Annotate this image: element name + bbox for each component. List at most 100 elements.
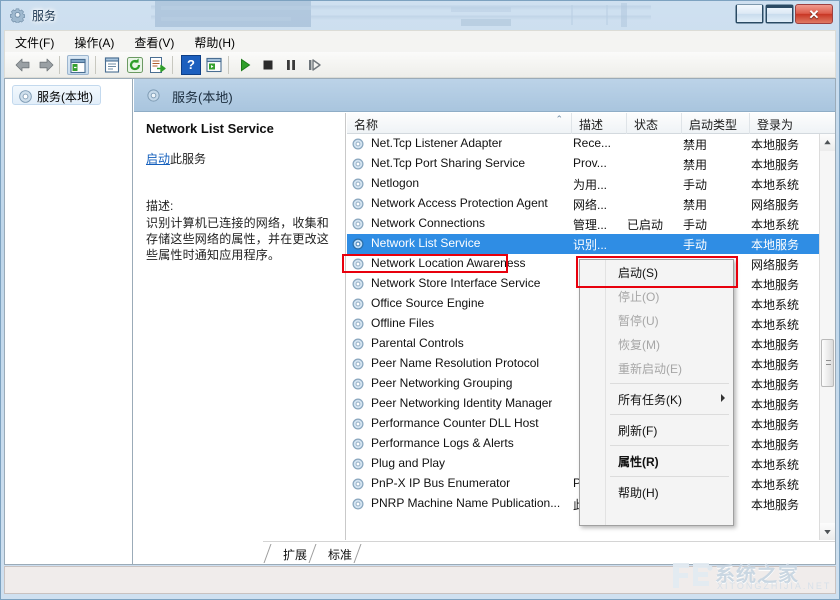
scroll-up-button[interactable] xyxy=(820,134,835,151)
cell-name: Netlogon xyxy=(371,176,419,190)
service-gear-icon xyxy=(351,277,365,291)
show-hide-tree-icon[interactable] xyxy=(67,55,89,75)
description-text: 识别计算机已连接的网络，收集和存储这些网络的属性，并在更改这些属性时通知应用程序… xyxy=(146,215,335,263)
export-list-icon[interactable] xyxy=(148,55,168,75)
cell-log-on-as: 本地系统 xyxy=(751,316,819,333)
context-menu-item-resume: 恢复(M) xyxy=(580,332,733,356)
close-icon: ✕ xyxy=(796,5,832,23)
column-header-startup-type[interactable]: 启动类型 xyxy=(682,113,750,134)
service-gear-icon xyxy=(351,397,365,411)
cell-name: Parental Controls xyxy=(371,336,464,350)
service-gear-icon xyxy=(351,257,365,271)
services-gear-icon xyxy=(146,88,161,103)
context-menu-item-help[interactable]: 帮助(H) xyxy=(580,480,733,504)
minimize-icon xyxy=(736,5,763,23)
cell-status: 已启动 xyxy=(627,216,683,233)
service-gear-icon xyxy=(351,477,365,491)
context-menu-separator xyxy=(610,445,729,446)
start-service-icon[interactable] xyxy=(235,55,255,75)
cell-description: 为用... xyxy=(573,176,625,193)
cell-name: Performance Logs & Alerts xyxy=(371,436,514,450)
context-menu: 启动(S) 停止(O) 暂停(U) 恢复(M) 重新启动(E) 所有任务(K) … xyxy=(579,259,734,526)
cell-log-on-as: 本地服务 xyxy=(751,496,819,513)
cell-description: Rece... xyxy=(573,136,625,150)
stop-service-icon[interactable] xyxy=(258,55,278,75)
cell-startup-type: 手动 xyxy=(683,176,749,193)
show-pane-icon[interactable] xyxy=(204,55,224,75)
back-arrow-icon[interactable] xyxy=(13,55,33,75)
table-row[interactable]: Netlogon为用...手动本地系统 xyxy=(347,174,819,194)
scrollbar-thumb[interactable] xyxy=(821,339,834,387)
pane-header: 服务(本地) xyxy=(134,79,835,112)
close-button[interactable]: ✕ xyxy=(795,4,833,24)
table-row[interactable]: Network Access Protection Agent网络...禁用网络… xyxy=(347,194,819,214)
cell-description: 管理... xyxy=(573,216,625,233)
cell-name: Network Connections xyxy=(371,216,485,230)
service-gear-icon xyxy=(351,217,365,231)
context-menu-item-start[interactable]: 启动(S) xyxy=(580,260,733,284)
cell-log-on-as: 本地系统 xyxy=(751,296,819,313)
cell-startup-type: 禁用 xyxy=(683,156,749,173)
column-header-label: 名称 xyxy=(354,118,378,132)
cell-name: Peer Networking Grouping xyxy=(371,376,512,390)
cell-log-on-as: 网络服务 xyxy=(751,196,819,213)
minimize-button[interactable] xyxy=(735,4,764,24)
table-row[interactable]: Network Connections管理...已启动手动本地系统 xyxy=(347,214,819,234)
pause-service-icon[interactable] xyxy=(281,55,301,75)
view-tabs: 扩展 标准 xyxy=(263,541,835,564)
menu-item-action[interactable]: 操作(A) xyxy=(64,31,124,53)
table-row[interactable]: Network List Service识别...手动本地服务 xyxy=(347,234,819,254)
scroll-down-button[interactable] xyxy=(820,523,835,540)
service-gear-icon xyxy=(351,337,365,351)
tree-node-services-local[interactable]: 服务(本地) xyxy=(12,85,101,105)
toolbar: ? xyxy=(4,52,836,78)
column-header-log-on-as[interactable]: 登录为 xyxy=(750,113,826,134)
service-gear-icon xyxy=(351,497,365,511)
cell-startup-type: 手动 xyxy=(683,216,749,233)
cell-log-on-as: 本地服务 xyxy=(751,436,819,453)
menu-item-help[interactable]: 帮助(H) xyxy=(184,31,245,53)
service-title: Network List Service xyxy=(146,121,335,136)
context-menu-item-all-tasks[interactable]: 所有任务(K) xyxy=(580,387,733,411)
context-menu-item-properties[interactable]: 属性(R) xyxy=(580,449,733,473)
cell-log-on-as: 本地服务 xyxy=(751,396,819,413)
cell-name: Network Location Awareness xyxy=(371,256,526,270)
help-icon[interactable]: ? xyxy=(181,55,201,75)
column-header-label: 启动类型 xyxy=(689,118,737,132)
refresh-icon[interactable] xyxy=(125,55,145,75)
submenu-arrow-icon xyxy=(721,394,725,402)
table-row[interactable]: Net.Tcp Listener AdapterRece...禁用本地服务 xyxy=(347,134,819,154)
list-column-headers: 名称 ⌃ 描述 状态 启动类型 登录为 xyxy=(347,113,835,134)
column-header-name[interactable]: 名称 ⌃ xyxy=(347,113,572,134)
cell-name: Net.Tcp Port Sharing Service xyxy=(371,156,525,170)
vertical-scrollbar[interactable] xyxy=(819,134,835,540)
table-row[interactable]: Net.Tcp Port Sharing ServiceProv...禁用本地服… xyxy=(347,154,819,174)
cell-name: Performance Counter DLL Host xyxy=(371,416,539,430)
cell-name: Network List Service xyxy=(371,236,480,250)
column-header-status[interactable]: 状态 xyxy=(627,113,682,134)
properties-icon[interactable] xyxy=(102,55,122,75)
cell-name: PNRP Machine Name Publication... xyxy=(371,496,560,510)
cell-log-on-as: 本地服务 xyxy=(751,236,819,253)
restart-service-icon[interactable] xyxy=(304,55,324,75)
services-gear-icon xyxy=(10,7,26,23)
cell-description: 网络... xyxy=(573,196,625,213)
menu-item-file[interactable]: 文件(F) xyxy=(5,31,64,53)
pane-header-label: 服务(本地) xyxy=(172,87,233,106)
tree-node-label: 服务(本地) xyxy=(37,90,93,104)
maximize-button[interactable] xyxy=(765,4,794,24)
context-menu-separator xyxy=(610,476,729,477)
context-menu-item-refresh[interactable]: 刷新(F) xyxy=(580,418,733,442)
column-header-description[interactable]: 描述 xyxy=(572,113,627,134)
cell-log-on-as: 本地服务 xyxy=(751,336,819,353)
column-header-label: 登录为 xyxy=(757,118,793,132)
start-service-link[interactable]: 启动 xyxy=(146,152,170,166)
service-gear-icon xyxy=(351,137,365,151)
forward-arrow-icon[interactable] xyxy=(36,55,56,75)
menu-item-view[interactable]: 查看(V) xyxy=(124,31,184,53)
service-gear-icon xyxy=(351,197,365,211)
cell-log-on-as: 本地服务 xyxy=(751,356,819,373)
column-header-label: 状态 xyxy=(634,118,658,132)
cell-name: Offline Files xyxy=(371,316,434,330)
toolbar-separator xyxy=(228,56,229,74)
